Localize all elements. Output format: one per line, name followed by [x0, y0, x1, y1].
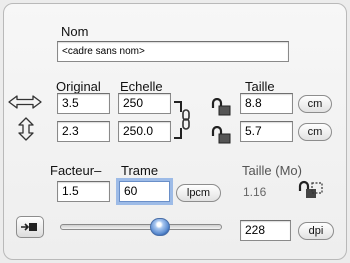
- echelle-header: Echelle: [120, 79, 163, 94]
- crop-frame-icon[interactable]: [298, 180, 324, 200]
- size-height-field[interactable]: 5.7: [240, 121, 293, 142]
- taille-header: Taille: [245, 79, 275, 94]
- screen-label: Trame: [121, 163, 159, 178]
- factor-label: Facteur–: [50, 163, 102, 178]
- size-width-field[interactable]: 8.8: [240, 93, 293, 114]
- screen-unit-button[interactable]: lpcm: [176, 184, 221, 202]
- lock-icon[interactable]: [210, 125, 232, 144]
- resolution-field[interactable]: 228: [240, 220, 291, 241]
- resolution-unit-button[interactable]: dpi: [298, 222, 334, 240]
- lock-icon[interactable]: [210, 97, 232, 116]
- vertical-arrows-icon: [16, 117, 36, 141]
- width-unit-button[interactable]: cm: [298, 95, 332, 113]
- auto-fit-icon[interactable]: [16, 216, 44, 238]
- name-field[interactable]: <cadre sans nom>: [57, 41, 289, 62]
- scale-width-field[interactable]: 250: [118, 93, 171, 114]
- original-header: Original: [56, 79, 101, 94]
- scale-height-field[interactable]: 250.0: [118, 121, 171, 142]
- resolution-slider-track[interactable]: [60, 224, 222, 230]
- screen-field[interactable]: 60: [119, 181, 170, 202]
- horizontal-arrows-icon: [7, 93, 43, 111]
- original-width-field[interactable]: 3.5: [57, 93, 110, 114]
- name-label: Nom: [61, 24, 89, 39]
- size-mb-value: 1.16: [243, 185, 267, 199]
- original-height-field[interactable]: 2.3: [57, 121, 110, 142]
- chain-link-icon[interactable]: [172, 98, 192, 142]
- size-mb-label: Taille (Mo): [242, 163, 302, 178]
- factor-field[interactable]: 1.5: [57, 181, 110, 202]
- height-unit-button[interactable]: cm: [298, 123, 332, 141]
